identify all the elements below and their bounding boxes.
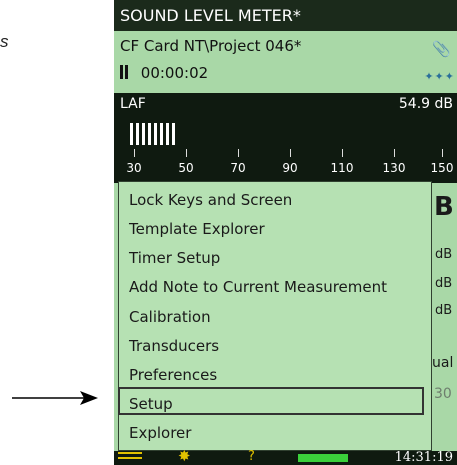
menu-item-add-note[interactable]: Add Note to Current Measurement bbox=[129, 276, 387, 298]
menu-item-timer-setup[interactable]: Timer Setup bbox=[129, 247, 220, 269]
scale-tick-label: 90 bbox=[282, 161, 298, 175]
menu-item-explorer[interactable]: Explorer bbox=[129, 422, 191, 444]
elapsed-time: 00:00:02 bbox=[140, 64, 209, 82]
background-unit: dB bbox=[435, 303, 453, 318]
clock: 14:31:19 bbox=[394, 450, 453, 465]
menu-item-calibration[interactable]: Calibration bbox=[129, 306, 211, 328]
menu-item-lock-keys[interactable]: Lock Keys and Screen bbox=[129, 189, 292, 211]
menu-selection-highlight bbox=[118, 387, 424, 415]
project-name: CF Card NT\Project 046* bbox=[120, 37, 302, 55]
battery-icon bbox=[298, 454, 348, 462]
meter-value: 54.9 dB bbox=[398, 96, 453, 112]
menu-item-transducers[interactable]: Transducers bbox=[129, 335, 219, 357]
background-value: 30 bbox=[434, 386, 452, 402]
background-unit: dB bbox=[435, 247, 453, 262]
scale-tick-label: 110 bbox=[330, 161, 354, 175]
meter-parameter: LAF bbox=[120, 96, 146, 112]
level-meter: LAF 54.9 dB 30 50 70 90 110 130 150 bbox=[114, 93, 457, 183]
status-bar: ✸ ? 14:31:19 bbox=[114, 449, 457, 465]
level-bar bbox=[130, 123, 178, 145]
annotation-text: s bbox=[0, 32, 9, 51]
signal-icon: ✦✦✦ bbox=[424, 70, 455, 83]
scale-tick-label: 50 bbox=[178, 161, 194, 175]
scale-tick-label: 150 bbox=[430, 161, 454, 175]
device-screen: SOUND LEVEL METER* CF Card NT\Project 04… bbox=[114, 0, 457, 465]
timer-row: 00:00:02 ✦✦✦ bbox=[114, 60, 457, 86]
background-letter: B bbox=[434, 192, 454, 222]
menu-item-preferences[interactable]: Preferences bbox=[129, 364, 217, 386]
meter-scale: 30 50 70 90 110 130 150 bbox=[114, 149, 457, 183]
background-unit: dB bbox=[435, 276, 453, 291]
menu-item-template-explorer[interactable]: Template Explorer bbox=[129, 218, 265, 240]
pause-icon[interactable] bbox=[120, 61, 130, 87]
scale-tick-label: 130 bbox=[382, 161, 406, 175]
scale-tick-label: 30 bbox=[126, 161, 142, 175]
menu-icon[interactable] bbox=[118, 452, 142, 464]
app-title: SOUND LEVEL METER* bbox=[114, 0, 457, 31]
scale-tick-label: 70 bbox=[230, 161, 246, 175]
star-icon[interactable]: ✸ bbox=[178, 449, 191, 464]
help-icon[interactable]: ? bbox=[248, 450, 255, 464]
project-row: CF Card NT\Project 046* 📎 bbox=[114, 33, 457, 59]
background-text: ual bbox=[432, 355, 454, 371]
arrow-pointer-icon bbox=[12, 391, 98, 405]
paperclip-icon[interactable]: 📎 bbox=[432, 36, 451, 62]
